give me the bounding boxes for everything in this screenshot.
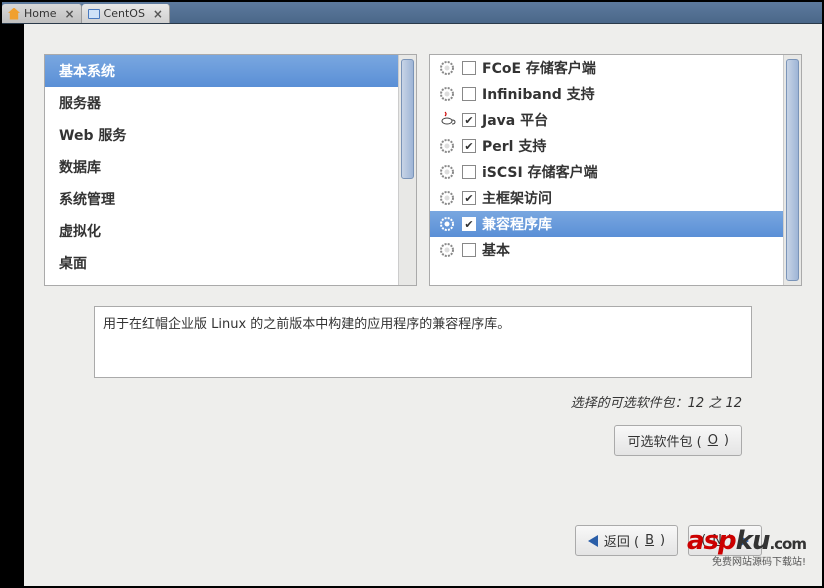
package-item[interactable]: ✔ Java 平台: [430, 107, 783, 133]
arrow-left-icon: [588, 535, 598, 547]
package-checkbox[interactable]: [462, 165, 476, 179]
tab-home[interactable]: Home ×: [2, 4, 82, 23]
package-checkbox[interactable]: [462, 61, 476, 75]
package-label: FCoE 存储客户端: [482, 58, 596, 78]
category-scrollbar[interactable]: [398, 55, 416, 285]
description-box: 用于在红帽企业版 Linux 的之前版本中构建的应用程序的兼容程序库。: [94, 306, 752, 378]
home-icon: [8, 8, 20, 20]
package-checkbox[interactable]: [462, 87, 476, 101]
package-checkbox[interactable]: ✔: [462, 139, 476, 153]
package-label: Infiniband 支持: [482, 84, 595, 104]
back-button[interactable]: 返回 (B): [575, 525, 678, 556]
package-item[interactable]: Infiniband 支持: [430, 81, 783, 107]
gear-icon: [438, 189, 456, 207]
package-label: 基本: [482, 240, 510, 260]
scroll-thumb[interactable]: [786, 59, 799, 281]
package-item[interactable]: FCoE 存储客户端: [430, 55, 783, 81]
browser-tab-bar: Home × CentOS ×: [2, 2, 822, 24]
package-scrollbar[interactable]: [783, 55, 801, 285]
description-text: 用于在红帽企业版 Linux 的之前版本中构建的应用程序的兼容程序库。: [103, 317, 510, 332]
package-item[interactable]: ✔ 兼容程序库: [430, 211, 783, 237]
vm-icon: [88, 9, 100, 19]
optional-packages-button[interactable]: 可选软件包 (O): [614, 425, 742, 456]
category-item[interactable]: 应用程序: [45, 279, 398, 285]
category-item[interactable]: 桌面: [45, 247, 398, 279]
package-label: 兼容程序库: [482, 214, 552, 234]
package-checkbox[interactable]: [462, 243, 476, 257]
category-item[interactable]: 基本系统: [45, 55, 398, 87]
gear-icon: [438, 85, 456, 103]
category-item[interactable]: 服务器: [45, 87, 398, 119]
package-label: Perl 支持: [482, 136, 546, 156]
scroll-thumb[interactable]: [401, 59, 414, 179]
package-label: 主框架访问: [482, 188, 552, 208]
package-label: Java 平台: [482, 110, 548, 130]
left-gutter: [2, 24, 24, 586]
category-item[interactable]: 系统管理: [45, 183, 398, 215]
arrow-right-icon: [739, 535, 749, 547]
close-icon[interactable]: ×: [153, 7, 163, 21]
package-checkbox[interactable]: ✔: [462, 113, 476, 127]
package-checkbox[interactable]: ✔: [462, 217, 476, 231]
package-count: 选择的可选软件包：12 之 12: [44, 392, 742, 411]
next-button[interactable]: (N): [688, 525, 762, 556]
gear-icon: [438, 137, 456, 155]
category-item[interactable]: 虚拟化: [45, 215, 398, 247]
category-item[interactable]: Web 服务: [45, 119, 398, 151]
tab-label: CentOS: [104, 7, 145, 20]
package-checkbox[interactable]: ✔: [462, 191, 476, 205]
package-item[interactable]: ✔ 主框架访问: [430, 185, 783, 211]
tab-label: Home: [24, 7, 56, 20]
package-item[interactable]: iSCSI 存储客户端: [430, 159, 783, 185]
category-panel: 基本系统服务器Web 服务数据库系统管理虚拟化桌面应用程序: [44, 54, 417, 286]
tab-centos[interactable]: CentOS ×: [82, 4, 170, 23]
category-item[interactable]: 数据库: [45, 151, 398, 183]
package-item[interactable]: ✔ Perl 支持: [430, 133, 783, 159]
java-icon: [438, 111, 456, 129]
package-panel: FCoE 存储客户端 Infiniband 支持 ✔ Java 平台 ✔ Perl 支持 i…: [429, 54, 802, 286]
package-label: iSCSI 存储客户端: [482, 162, 598, 182]
gear-icon: [438, 241, 456, 259]
gear-icon: [438, 215, 456, 233]
gear-icon: [438, 163, 456, 181]
gear-icon: [438, 59, 456, 77]
package-item[interactable]: 基本: [430, 237, 783, 263]
installer-content: 基本系统服务器Web 服务数据库系统管理虚拟化桌面应用程序 FCoE 存储客户端…: [24, 24, 822, 586]
close-icon[interactable]: ×: [64, 7, 74, 21]
